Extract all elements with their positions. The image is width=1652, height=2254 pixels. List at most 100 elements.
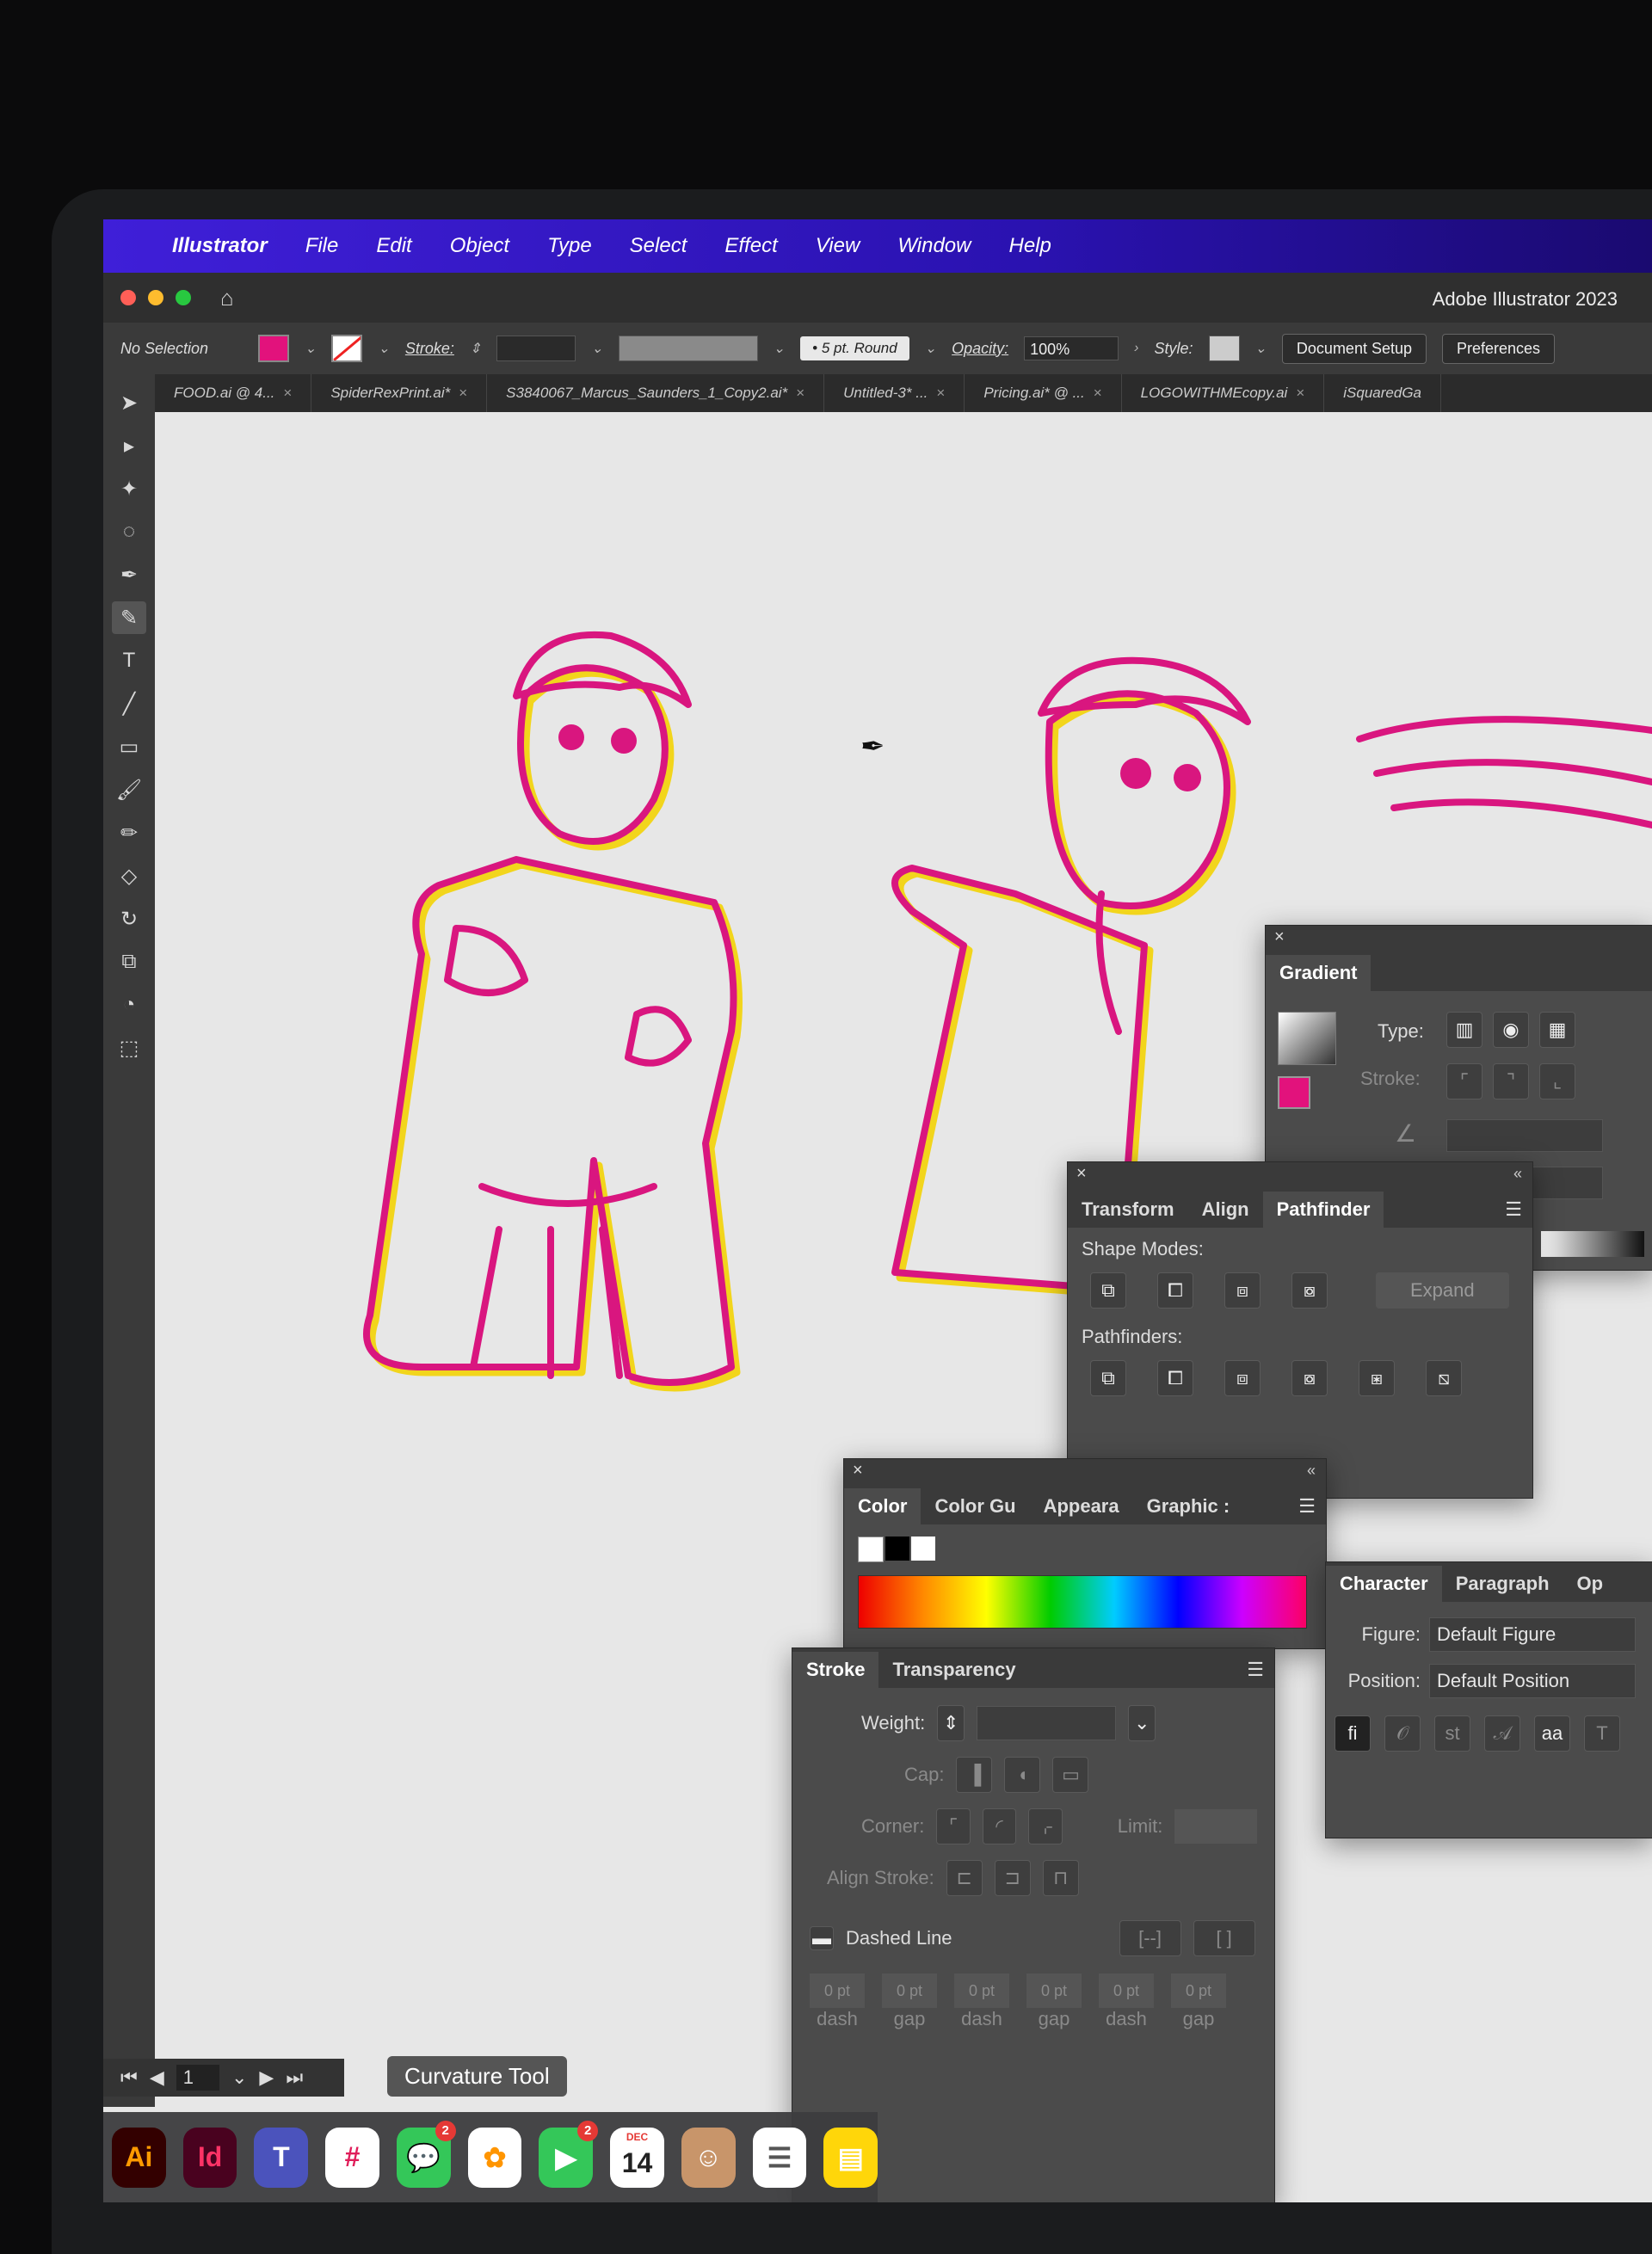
chevron-down-icon[interactable]: ⌄ <box>231 2066 247 2089</box>
page-number-field[interactable]: 1 <box>176 2065 219 2091</box>
zoom-window-button[interactable] <box>176 290 191 305</box>
document-setup-button[interactable]: Document Setup <box>1281 333 1427 364</box>
expand-button[interactable]: Expand <box>1376 1272 1509 1309</box>
preferences-button[interactable]: Preferences <box>1442 333 1556 364</box>
dock-app-notes[interactable]: ▤ <box>823 2127 878 2188</box>
weight-field[interactable] <box>977 1706 1117 1740</box>
outline-icon[interactable]: ⧆ <box>1359 1360 1395 1396</box>
tab-color[interactable]: Color <box>844 1488 922 1524</box>
gradient-swatch[interactable] <box>1278 1012 1336 1065</box>
swash-icon[interactable]: 𝒜 <box>1484 1715 1520 1752</box>
line-tool-icon[interactable]: ╱ <box>112 687 146 720</box>
black-swatch[interactable] <box>885 1537 909 1561</box>
dashed-line-checkbox[interactable]: ▬ <box>810 1926 834 1950</box>
tab-gradient[interactable]: Gradient <box>1266 955 1372 991</box>
chevron-down-icon[interactable]: ⌄ <box>925 340 936 357</box>
tab-character[interactable]: Character <box>1326 1566 1442 1602</box>
menu-help[interactable]: Help <box>1008 234 1051 258</box>
align-inside-icon[interactable]: ⊐ <box>994 1860 1031 1896</box>
tab-pricing[interactable]: Pricing.ai* @ ... × <box>965 374 1122 412</box>
rectangle-tool-icon[interactable]: ▭ <box>112 730 146 763</box>
freeform-gradient-icon[interactable]: ▦ <box>1539 1012 1575 1048</box>
tab-pathfinder[interactable]: Pathfinder <box>1262 1192 1384 1228</box>
minus-front-icon[interactable]: ⧠ <box>1157 1272 1193 1309</box>
merge-icon[interactable]: ⧈ <box>1224 1360 1261 1396</box>
chevron-down-icon[interactable]: ⌄ <box>774 340 785 357</box>
tab-isquared[interactable]: iSquaredGa <box>1324 374 1441 412</box>
tab-untitled-3[interactable]: Untitled-3* ... × <box>824 374 965 412</box>
first-page-icon[interactable]: ⏮ <box>120 2066 138 2089</box>
tab-spiderrex[interactable]: SpiderRexPrint.ai* × <box>311 374 488 412</box>
fill-swatch[interactable] <box>1278 1076 1310 1109</box>
curvature-tool-icon[interactable]: ✎ <box>112 601 146 634</box>
tab-logowithme[interactable]: LOGOWITHMEcopy.ai × <box>1122 374 1325 412</box>
pencil-tool-icon[interactable]: ✏ <box>112 816 146 849</box>
next-page-icon[interactable]: ▶ <box>259 2066 274 2089</box>
panel-menu-icon[interactable]: ☰ <box>1236 1652 1274 1688</box>
variable-width-field[interactable] <box>618 336 758 361</box>
collapse-icon[interactable]: « <box>1307 1462 1316 1480</box>
tab-color-guide[interactable]: Color Gu <box>921 1488 1029 1524</box>
stroke-across-icon[interactable]: ⌞ <box>1539 1063 1575 1099</box>
tab-food[interactable]: FOOD.ai @ 4... × <box>155 374 312 412</box>
close-icon[interactable]: × <box>936 385 945 402</box>
white-swatch[interactable] <box>911 1537 935 1561</box>
close-icon[interactable]: × <box>796 385 804 402</box>
round-cap-icon[interactable]: ◖ <box>1004 1757 1041 1793</box>
crop-icon[interactable]: ⧇ <box>1291 1360 1328 1396</box>
miter-join-icon[interactable]: ⌜ <box>936 1808 971 1844</box>
exclude-icon[interactable]: ⧇ <box>1291 1272 1328 1309</box>
style-swatch[interactable] <box>1208 336 1240 361</box>
angle-field[interactable] <box>1446 1119 1603 1152</box>
stroke-along-icon[interactable]: ⌝ <box>1493 1063 1529 1099</box>
radial-gradient-icon[interactable]: ◉ <box>1493 1012 1529 1048</box>
menu-view[interactable]: View <box>816 234 860 258</box>
ligatures-icon[interactable]: ﬁ <box>1335 1715 1371 1752</box>
lasso-tool-icon[interactable]: ◌ <box>112 515 146 548</box>
tab-marcus-saunders[interactable]: S3840067_Marcus_Saunders_1_Copy2.ai* × <box>487 374 825 412</box>
figure-select[interactable]: Default Figure <box>1429 1617 1636 1652</box>
intersect-icon[interactable]: ⧈ <box>1224 1272 1261 1309</box>
dock-app-calendar[interactable]: DEC 14 <box>610 2127 664 2188</box>
close-icon[interactable]: × <box>1274 927 1285 947</box>
linear-gradient-icon[interactable]: ▥ <box>1446 1012 1482 1048</box>
eraser-tool-icon[interactable]: ◇ <box>112 859 146 892</box>
bevel-join-icon[interactable]: ⌌ <box>1028 1808 1063 1844</box>
gap-field-2[interactable]: 0 pt gap <box>1026 1974 1082 2030</box>
stroke-within-icon[interactable]: ⌜ <box>1446 1063 1482 1099</box>
menu-object[interactable]: Object <box>450 234 509 258</box>
direct-selection-tool-icon[interactable]: ▸ <box>112 429 146 462</box>
artboard-tool-icon[interactable]: ⬚ <box>112 1032 146 1064</box>
close-icon[interactable]: × <box>283 385 292 402</box>
close-icon[interactable]: × <box>1296 385 1304 402</box>
tab-paragraph[interactable]: Paragraph <box>1442 1566 1563 1602</box>
close-icon[interactable]: × <box>1076 1164 1087 1184</box>
dock-app-messages[interactable]: 💬 2 <box>396 2120 456 2188</box>
selection-tool-icon[interactable]: ➤ <box>112 386 146 419</box>
close-window-button[interactable] <box>120 290 136 305</box>
dock-app-indesign[interactable]: Id <box>182 2127 237 2188</box>
dock-app-slack[interactable]: # <box>325 2127 379 2188</box>
gradient-slider[interactable] <box>1541 1231 1644 1257</box>
tab-stroke[interactable]: Stroke <box>792 1652 879 1688</box>
panel-menu-icon[interactable]: ☰ <box>1288 1488 1326 1524</box>
dash-field-2[interactable]: 0 pt dash <box>954 1974 1009 2030</box>
titling-alternates-icon[interactable]: T <box>1584 1715 1620 1752</box>
align-outside-icon[interactable]: ⊓ <box>1042 1860 1079 1896</box>
stepper-icon[interactable]: ⇕ <box>470 340 481 357</box>
menu-select[interactable]: Select <box>630 234 687 258</box>
discretionary-ligatures-icon[interactable]: st <box>1434 1715 1470 1752</box>
dock-app-contacts[interactable]: ☺ <box>681 2127 736 2188</box>
stylistic-alternates-icon[interactable]: aa <box>1534 1715 1570 1752</box>
tab-opentype[interactable]: Op <box>1563 1566 1618 1602</box>
dock-app-photos[interactable]: ✿ <box>467 2127 522 2188</box>
align-center-icon[interactable]: ⊏ <box>946 1860 983 1896</box>
scale-tool-icon[interactable]: ⧉ <box>112 945 146 978</box>
limit-field[interactable] <box>1174 1809 1257 1844</box>
last-page-icon[interactable]: ⏭ <box>286 2066 303 2089</box>
prev-page-icon[interactable]: ◀ <box>150 2066 164 2089</box>
unite-icon[interactable]: ⧉ <box>1090 1272 1126 1309</box>
tab-graphic-styles[interactable]: Graphic : <box>1133 1488 1244 1524</box>
type-tool-icon[interactable]: T <box>112 644 146 677</box>
minus-back-icon[interactable]: ⧅ <box>1426 1360 1462 1396</box>
